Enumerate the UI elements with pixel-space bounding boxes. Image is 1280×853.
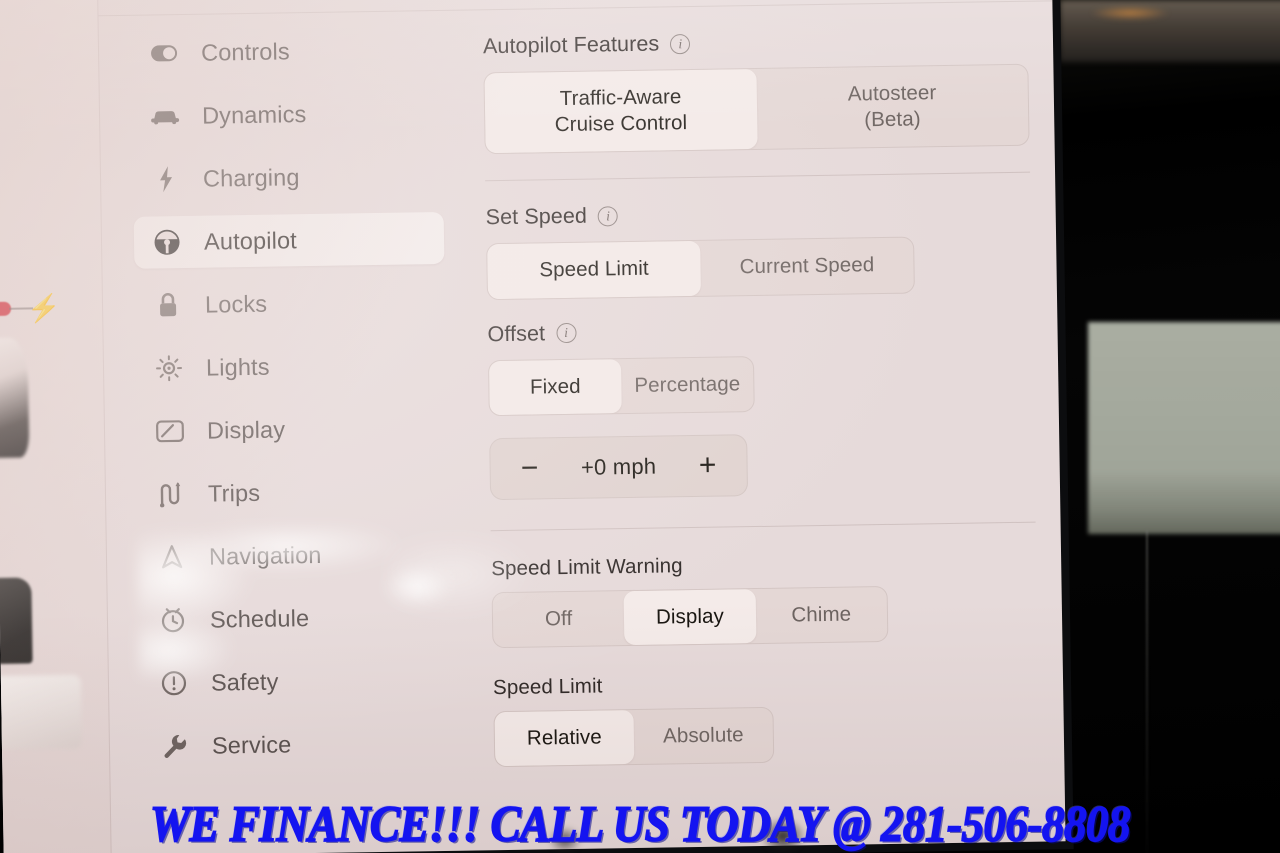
status-bar: Profile bbox=[98, 0, 1052, 16]
sidebar-item-dynamics[interactable]: Dynamics bbox=[132, 86, 443, 143]
sidebar-item-navigation[interactable]: Navigation bbox=[139, 527, 450, 584]
steering-wheel-icon bbox=[152, 228, 182, 256]
offset-value: +0 mph bbox=[580, 453, 657, 480]
section-divider bbox=[490, 521, 1036, 532]
environment-shelf-reflection bbox=[1088, 322, 1280, 534]
set-speed-header: Set Speed i bbox=[486, 199, 914, 231]
sidebar-item-label: Navigation bbox=[208, 541, 322, 570]
segment-label-line2: Cruise Control bbox=[554, 111, 688, 137]
screen-surface: n k ⚡ bbox=[0, 0, 1066, 853]
clock-icon bbox=[158, 607, 188, 633]
sidebar-item-label: Lights bbox=[205, 353, 270, 381]
navigation-arrow-icon bbox=[157, 544, 187, 570]
exclamation-circle-icon bbox=[159, 670, 189, 696]
segment-warning-off[interactable]: Off bbox=[493, 591, 625, 647]
sidebar-item-charging[interactable]: Charging bbox=[133, 149, 444, 206]
section-autopilot-features: Autopilot Features i Traffic-Aware Cruis… bbox=[483, 26, 1030, 155]
segment-warning-display[interactable]: Display bbox=[623, 588, 757, 646]
sidebar-item-label: Charging bbox=[202, 163, 300, 192]
sidebar-item-display[interactable]: Display bbox=[137, 401, 448, 458]
speed-limit-segmented-control: Relative Absolute bbox=[493, 706, 775, 768]
section-speed-limit-warning: Speed Limit Warning Off Display Chime bbox=[491, 551, 889, 649]
section-offset: Offset i Fixed Percentage bbox=[487, 318, 755, 417]
sun-brightness-icon bbox=[154, 355, 184, 382]
segment-label-line1: Traffic-Aware bbox=[559, 85, 682, 111]
settings-sidebar: Controls Dynamics Charging Autopilot Loc… bbox=[107, 23, 469, 783]
speed-limit-title: Speed Limit bbox=[492, 674, 603, 700]
sidebar-item-label: Safety bbox=[210, 668, 279, 696]
environment-seam bbox=[1146, 530, 1148, 853]
sidebar-item-controls[interactable]: Controls bbox=[131, 23, 442, 80]
speed-limit-warning-segmented-control: Off Display Chime bbox=[491, 585, 889, 649]
lightning-bolt-icon bbox=[151, 165, 181, 193]
segment-speed-limit[interactable]: Speed Limit bbox=[487, 241, 701, 299]
section-title: Set Speed bbox=[485, 204, 588, 230]
segment-label-line1: Autosteer bbox=[847, 81, 937, 106]
info-icon[interactable]: i bbox=[670, 33, 691, 54]
sidebar-item-label: Display bbox=[206, 415, 286, 444]
tesla-touchscreen: n k ⚡ bbox=[0, 0, 1074, 853]
set-speed-segmented-control: Speed Limit Current Speed bbox=[486, 236, 915, 300]
left-edge-reflection-shape bbox=[0, 337, 30, 459]
left-edge-light-object bbox=[0, 674, 82, 751]
sidebar-item-locks[interactable]: Locks bbox=[135, 275, 446, 332]
sidebar-item-label: Dynamics bbox=[201, 100, 307, 129]
segment-percentage[interactable]: Percentage bbox=[621, 357, 754, 413]
sidebar-item-trips[interactable]: Trips bbox=[138, 464, 449, 521]
info-icon[interactable]: i bbox=[597, 206, 619, 227]
car-front-icon bbox=[150, 107, 180, 125]
segment-fixed[interactable]: Fixed bbox=[488, 358, 622, 416]
offset-segmented-control: Fixed Percentage bbox=[487, 355, 755, 417]
sidebar-item-label: Autopilot bbox=[203, 226, 298, 255]
segment-warning-chime[interactable]: Chime bbox=[755, 587, 887, 643]
offset-increment-button[interactable]: + bbox=[694, 449, 720, 482]
autopilot-settings-panel: Autopilot Features i Traffic-Aware Cruis… bbox=[483, 26, 1039, 768]
segment-traffic-aware-cruise-control[interactable]: Traffic-Aware Cruise Control bbox=[484, 68, 758, 154]
wrench-icon bbox=[160, 733, 190, 759]
section-set-speed: Set Speed i Speed Limit Current Speed bbox=[486, 199, 915, 300]
info-icon[interactable]: i bbox=[555, 323, 577, 344]
segment-relative[interactable]: Relative bbox=[494, 710, 635, 767]
sidebar-item-label: Controls bbox=[200, 37, 290, 66]
route-icon bbox=[156, 481, 186, 508]
left-edge-panel: n k ⚡ bbox=[0, 0, 112, 853]
segment-current-speed[interactable]: Current Speed bbox=[700, 238, 914, 296]
sidebar-item-label: Locks bbox=[204, 290, 268, 318]
offset-stepper: − +0 mph + bbox=[489, 434, 749, 501]
section-title: Autopilot Features bbox=[482, 31, 660, 59]
segment-autosteer-beta[interactable]: Autosteer (Beta) bbox=[756, 65, 1029, 150]
charging-bolt-icon: ⚡ bbox=[26, 292, 61, 324]
sidebar-item-label: Trips bbox=[207, 479, 261, 507]
sidebar-item-schedule[interactable]: Schedule bbox=[140, 590, 451, 647]
offset-decrement-button[interactable]: − bbox=[516, 451, 542, 484]
left-edge-dark-object bbox=[0, 577, 33, 665]
padlock-icon bbox=[153, 292, 183, 318]
sidebar-item-service[interactable]: Service bbox=[142, 716, 453, 773]
sidebar-item-autopilot[interactable]: Autopilot bbox=[133, 211, 445, 269]
sidebar-item-lights[interactable]: Lights bbox=[136, 338, 447, 395]
section-divider bbox=[485, 172, 1031, 182]
section-speed-limit: Speed Limit Relative Absolute bbox=[492, 672, 775, 768]
sidebar-item-label: Service bbox=[211, 730, 292, 759]
speed-limit-warning-title: Speed Limit Warning bbox=[491, 554, 683, 581]
segment-label-line2: (Beta) bbox=[864, 107, 921, 132]
finger-blur-secondary bbox=[548, 826, 582, 853]
sidebar-item-label: Schedule bbox=[209, 604, 310, 633]
sidebar-item-safety[interactable]: Safety bbox=[141, 653, 452, 710]
autopilot-features-header: Autopilot Features i bbox=[483, 26, 1028, 60]
environment-warm-highlight bbox=[1090, 6, 1170, 20]
screenshot-stage: n k ⚡ bbox=[0, 0, 1280, 853]
toggle-switch-icon bbox=[149, 44, 179, 62]
finger-blur bbox=[760, 818, 806, 853]
display-screen-icon bbox=[155, 420, 185, 443]
segment-absolute[interactable]: Absolute bbox=[633, 708, 773, 764]
offset-header: Offset i bbox=[487, 318, 753, 347]
section-title: Offset bbox=[487, 321, 546, 346]
autopilot-features-segmented-control: Traffic-Aware Cruise Control Autosteer (… bbox=[483, 63, 1030, 155]
